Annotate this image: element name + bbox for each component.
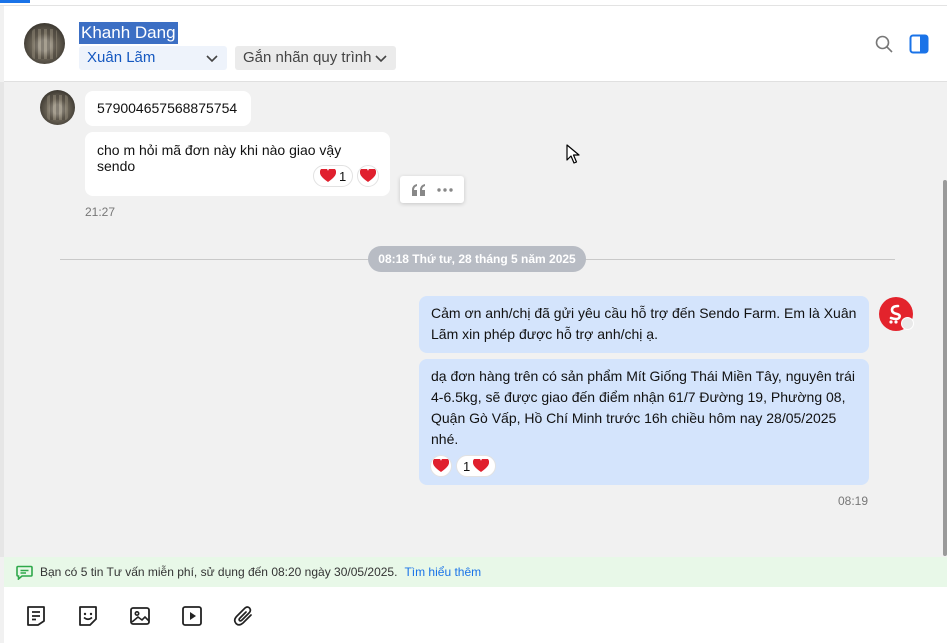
agent-select-value: Xuân Lãm [87, 49, 156, 66]
search-icon[interactable] [874, 34, 894, 54]
message-text: Cảm ơn anh/chị đã gửi yêu cầu hỗ trợ đến… [431, 305, 857, 342]
reaction-count: 1 [463, 458, 471, 474]
incoming-message[interactable]: cho m hỏi mã đơn này khi nào giao vậy se… [85, 132, 390, 196]
contact-name[interactable]: Khanh Dang [79, 22, 178, 44]
message-text: dạ đơn hàng trên có sản phẩm Mít Giống T… [431, 368, 855, 447]
heart-icon [360, 169, 377, 182]
agent-select[interactable]: Xuân Lãm [79, 46, 227, 70]
chat-header: Khanh Dang Xuân Lãm Gắn nhãn quy trình [4, 6, 947, 82]
heart-icon [320, 169, 336, 182]
reaction-count-pill[interactable]: 1 [456, 455, 497, 477]
add-reaction-button[interactable] [430, 455, 452, 477]
message-time: 21:27 [85, 205, 116, 219]
active-tab-indicator [0, 0, 30, 3]
message-time: 08:19 [838, 494, 869, 508]
sender-avatar[interactable] [40, 90, 75, 125]
reaction-bar: 1 [313, 165, 380, 187]
reaction-count: 1 [339, 168, 347, 184]
attachment-icon[interactable] [232, 604, 256, 628]
notice-text: Bạn có 5 tin Tư vấn miễn phí, sử dụng đế… [40, 565, 398, 579]
video-icon[interactable] [180, 604, 204, 628]
message-actions [400, 176, 464, 203]
composer-toolbar [4, 587, 947, 643]
outgoing-message[interactable]: Cảm ơn anh/chị đã gửi yêu cầu hỗ trợ đến… [419, 296, 869, 353]
learn-more-link[interactable]: Tìm hiểu thêm [404, 565, 481, 579]
heart-icon [433, 459, 449, 472]
outgoing-message[interactable]: dạ đơn hàng trên có sản phẩm Mít Giống T… [419, 359, 869, 485]
scrollbar[interactable] [943, 180, 947, 556]
add-reaction-button[interactable] [357, 165, 380, 187]
chevron-down-icon [206, 55, 218, 63]
reaction-bar: 1 [430, 455, 497, 477]
mouse-cursor-icon [566, 144, 580, 164]
more-icon[interactable] [437, 187, 453, 192]
heart-icon [473, 459, 490, 472]
workflow-label-value: Gắn nhãn quy trình [243, 49, 372, 66]
chevron-down-icon [375, 55, 387, 63]
image-icon[interactable] [128, 604, 152, 628]
left-panel-edge [0, 82, 4, 557]
date-separator: 08:18 Thứ tư, 28 tháng 5 năm 2025 [368, 246, 586, 272]
quote-icon[interactable] [411, 183, 427, 197]
quick-reply-icon[interactable] [24, 604, 48, 628]
reaction-count-pill[interactable]: 1 [313, 165, 354, 187]
message-text: cho m hỏi mã đơn này khi nào giao vậy se… [97, 142, 342, 174]
brand-avatar[interactable] [879, 297, 914, 331]
contact-avatar[interactable] [24, 23, 65, 64]
chat-bubble-icon [16, 565, 33, 580]
message-text: 579004657568875754 [97, 100, 238, 116]
incoming-message[interactable]: 579004657568875754 [85, 91, 251, 126]
free-message-notice: Bạn có 5 tin Tư vấn miễn phí, sử dụng đế… [4, 557, 947, 587]
sticker-icon[interactable] [76, 604, 100, 628]
agent-badge [901, 317, 914, 330]
workflow-label-select[interactable]: Gắn nhãn quy trình [235, 46, 396, 70]
side-panel-icon[interactable] [909, 34, 929, 54]
